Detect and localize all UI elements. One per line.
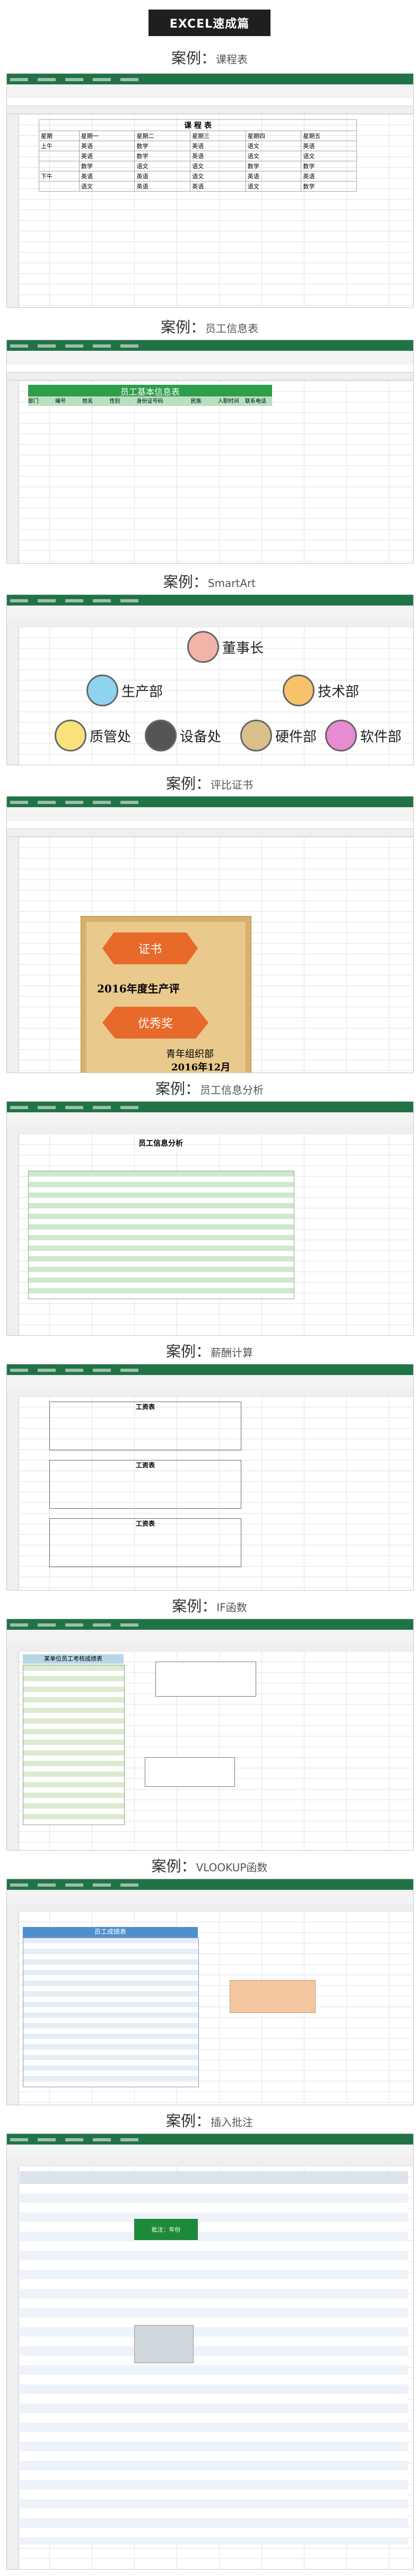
- certificate-org: 青年组织部: [166, 1049, 214, 1060]
- avatar-icon: [55, 720, 86, 751]
- org-node-leaf-4[interactable]: 软件部: [325, 720, 401, 751]
- if-table: [23, 1665, 125, 1825]
- case-title-if: 案例：IF函数: [172, 1597, 247, 1615]
- schedule-table: 课 程 表 星期 星期一 星期二 星期三 星期四 星期五 上午 英语 数学 英语 语文 英语 英语…: [39, 119, 357, 192]
- excel-ribbon: [7, 1102, 413, 1126]
- row-header: [7, 381, 19, 563]
- row-header: [7, 1396, 19, 1590]
- sheet-grid[interactable]: 课 程 表 星期 星期一 星期二 星期三 星期四 星期五 上午 英语 数学 英语 语文 英语 英语…: [7, 114, 413, 307]
- car-image: [134, 2325, 194, 2363]
- analysis-title: 员工信息分析: [138, 1139, 183, 1148]
- sheet-grid[interactable]: 员工基本信息表 部门 编号 姓名 性别 身份证号码 民族 入职时间 联系电话: [7, 381, 413, 563]
- org-node-mid-2[interactable]: 技术部: [283, 675, 359, 706]
- org-node-leaf-2[interactable]: 设备处: [145, 720, 221, 751]
- vlookup-lookup-box: [230, 1980, 316, 2013]
- org-node-mid-1[interactable]: 生产部: [86, 675, 163, 706]
- case-title-payroll: 案例：薪酬计算: [165, 1343, 253, 1360]
- org-node-top[interactable]: 董事长: [187, 631, 264, 663]
- employee-header-row: 部门 编号 姓名 性别 身份证号码 民族 入职时间 联系电话: [28, 396, 272, 406]
- screenshot-if: 某单位员工考核成绩表: [6, 1619, 414, 1851]
- case-title-employee: 案例：员工信息表: [160, 318, 258, 336]
- payroll-block-1: 工资表: [49, 1402, 241, 1450]
- comment-note-box[interactable]: 批注：年份: [134, 2219, 198, 2240]
- org-node-leaf-3[interactable]: 硬件部: [240, 720, 317, 751]
- row-header: [7, 1911, 19, 2105]
- column-header: [7, 373, 413, 381]
- avatar-icon: [145, 720, 177, 751]
- analysis-table: [28, 1171, 294, 1299]
- payroll-block-2: 工资表: [49, 1460, 241, 1509]
- certificate-card[interactable]: 证书 2016年度生产评 优秀奖 青年组织部 2016年12月: [81, 917, 251, 1073]
- certificate-award-ribbon: 优秀奖: [102, 1007, 208, 1039]
- payroll-block-3: 工资表: [49, 1518, 241, 1567]
- case-title-analysis: 案例：员工信息分析: [155, 1080, 264, 1097]
- certificate-title-ribbon: 证书: [102, 932, 198, 964]
- screenshot-payroll: 工资表 工资表 工资表: [6, 1364, 414, 1590]
- sheet-grid[interactable]: 董事长 生产部 技术部 质管处 设备处 硬件部 软件部: [7, 627, 413, 765]
- if-table-title: 某单位员工考核成绩表: [23, 1654, 124, 1664]
- excel-ribbon: [7, 340, 413, 365]
- comment-header-row: [20, 2171, 408, 2184]
- case-title-comment: 案例：插入批注: [165, 2112, 253, 2130]
- screenshot-comment: 批注：年份: [6, 2133, 414, 2570]
- row-header: [7, 114, 19, 307]
- case-title-certificate: 案例：评比证书: [165, 775, 253, 792]
- column-header: [7, 106, 413, 114]
- column-header: [7, 829, 413, 837]
- case-title-vlookup: 案例：VLOOKUP函数: [151, 1857, 268, 1875]
- column-header: [7, 1389, 413, 1397]
- column-header: [7, 1644, 413, 1652]
- page-banner: EXCEL速成篇: [149, 10, 270, 36]
- avatar-icon: [283, 675, 315, 706]
- sheet-grid[interactable]: 工资表 工资表 工资表: [7, 1396, 413, 1590]
- column-header: [7, 619, 413, 627]
- if-instruction-note: [155, 1662, 256, 1697]
- excel-ribbon: [7, 1364, 413, 1389]
- row-header: [7, 837, 19, 1073]
- excel-ribbon: [7, 74, 413, 98]
- sheet-grid[interactable]: 员工成绩表: [7, 1911, 413, 2105]
- formula-bar[interactable]: [7, 98, 413, 106]
- comment-data-table: [20, 2184, 408, 2545]
- vlookup-title: 员工成绩表: [23, 1927, 198, 1938]
- avatar-icon: [240, 720, 272, 751]
- case-title-smartart: 案例：SmartArt: [163, 573, 256, 591]
- org-node-leaf-1[interactable]: 质管处: [55, 720, 131, 751]
- screenshot-analysis: 员工信息分析: [6, 1101, 414, 1336]
- avatar-icon: [325, 720, 357, 751]
- row-header: [7, 2166, 19, 2569]
- sheet-grid[interactable]: 证书 2016年度生产评 优秀奖 青年组织部 2016年12月: [7, 837, 413, 1073]
- certificate-year-line: 2016年度生产评: [97, 982, 180, 995]
- excel-ribbon: [7, 2134, 413, 2158]
- excel-ribbon: [7, 595, 413, 619]
- column-header: [7, 1126, 413, 1134]
- formula-bar[interactable]: [7, 821, 413, 829]
- screenshot-smartart: 董事长 生产部 技术部 质管处 设备处 硬件部 软件部: [6, 594, 414, 765]
- vlookup-table: [23, 1938, 199, 2087]
- avatar-icon: [187, 631, 219, 663]
- formula-bar[interactable]: [7, 365, 413, 373]
- avatar-icon: [86, 675, 118, 706]
- sheet-grid[interactable]: 员工信息分析: [7, 1134, 413, 1335]
- sheet-grid[interactable]: 批注：年份: [7, 2166, 413, 2569]
- column-header: [7, 2158, 413, 2166]
- row-header: [7, 1651, 19, 1850]
- excel-ribbon: [7, 797, 413, 821]
- row-header: [7, 627, 19, 765]
- certificate-date: 2016年12月: [171, 1062, 231, 1073]
- if-formula-note: [145, 1757, 235, 1787]
- screenshot-schedule: 课 程 表 星期 星期一 星期二 星期三 星期四 星期五 上午 英语 数学 英语 语文 英语 英语…: [6, 73, 414, 308]
- row-header: [7, 1134, 19, 1335]
- case-title-schedule: 案例：课程表: [171, 49, 248, 67]
- column-header: [7, 1904, 413, 1912]
- screenshot-certificate: 证书 2016年度生产评 优秀奖 青年组织部 2016年12月: [6, 796, 414, 1073]
- screenshot-vlookup: 员工成绩表: [6, 1879, 414, 2105]
- sheet-grid[interactable]: 某单位员工考核成绩表: [7, 1651, 413, 1850]
- excel-ribbon: [7, 1879, 413, 1904]
- screenshot-employee: 员工基本信息表 部门 编号 姓名 性别 身份证号码 民族 入职时间 联系电话: [6, 340, 414, 564]
- excel-ribbon: [7, 1619, 413, 1644]
- employee-title: 员工基本信息表: [28, 385, 272, 397]
